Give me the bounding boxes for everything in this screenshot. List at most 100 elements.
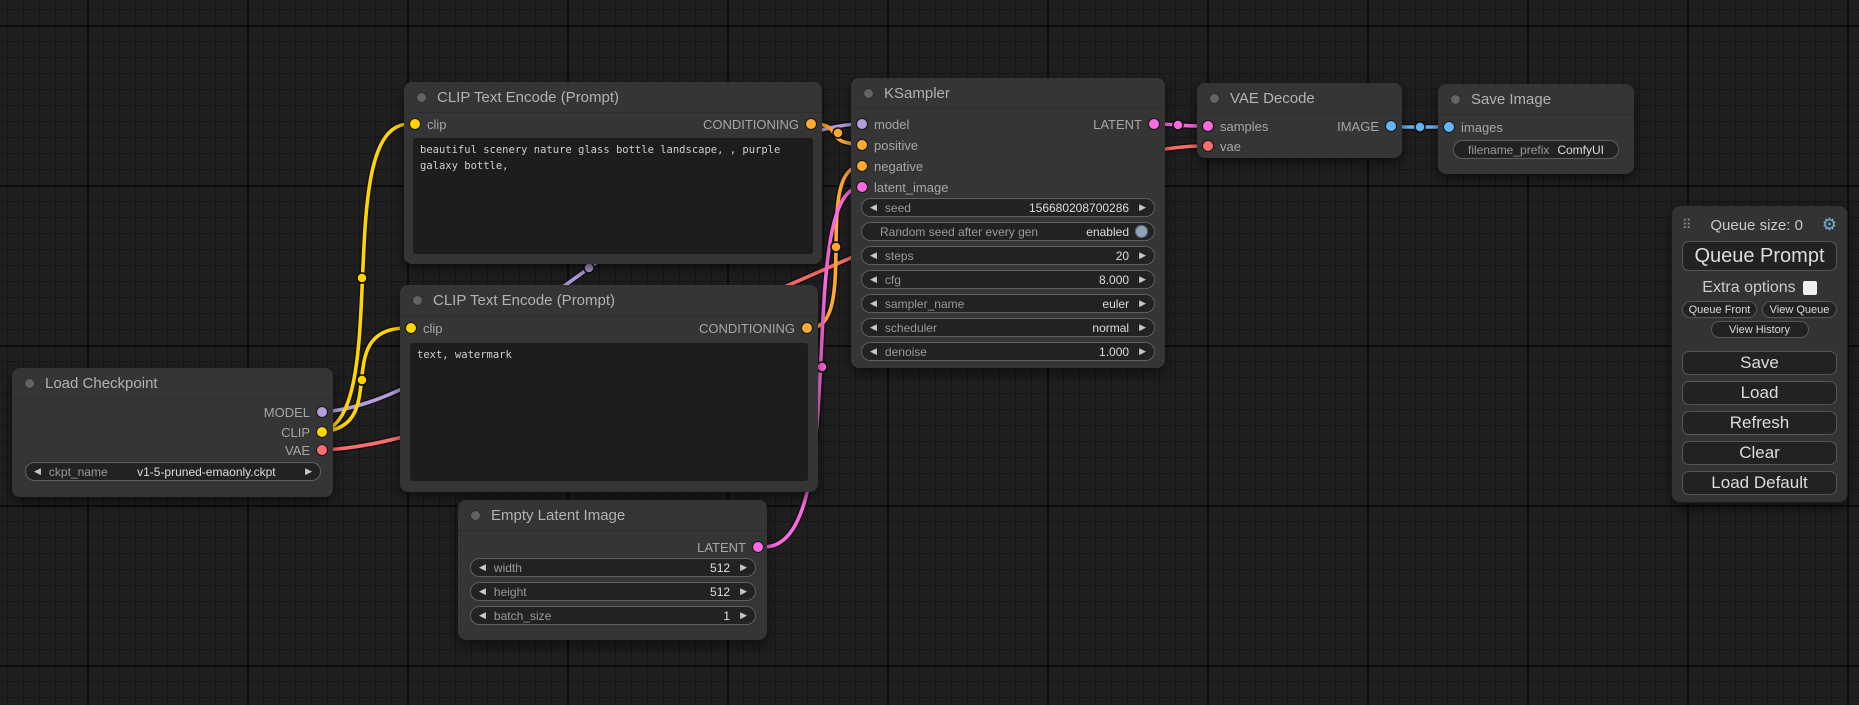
widget-left-arrow-icon[interactable]: ◀ (870, 323, 877, 332)
collapse-dot-icon[interactable] (412, 295, 423, 306)
input-slot-negative[interactable] (857, 161, 867, 171)
node-title-bar[interactable]: KSampler (851, 78, 1165, 109)
load-default-button[interactable]: Load Default (1682, 471, 1837, 495)
widget-filename-prefix[interactable]: filename_prefix ComfyUI (1453, 140, 1619, 159)
node-title-bar[interactable]: Save Image (1438, 84, 1634, 115)
widget-steps[interactable]: ◀ steps 20 ▶ (861, 246, 1155, 265)
node-title-bar[interactable]: Empty Latent Image (458, 500, 767, 531)
output-slot-clip[interactable] (317, 427, 327, 437)
input-slot-clip[interactable] (406, 323, 416, 333)
widget-right-arrow-icon[interactable]: ▶ (1139, 203, 1146, 212)
save-button[interactable]: Save (1682, 351, 1837, 375)
widget-width[interactable]: ◀ width 512 ▶ (470, 558, 756, 577)
input-label-samples: samples (1220, 119, 1268, 134)
queue-front-button[interactable]: Queue Front (1682, 301, 1757, 318)
drag-handle-icon[interactable]: ⠿ (1682, 217, 1692, 233)
output-slot-conditioning[interactable] (806, 119, 816, 129)
output-slot-image[interactable] (1386, 121, 1396, 131)
widget-denoise[interactable]: ◀ denoise 1.000 ▶ (861, 342, 1155, 361)
widget-random-seed-toggle[interactable]: Random seed after every gen enabled (861, 222, 1155, 241)
widget-left-arrow-icon[interactable]: ◀ (34, 467, 41, 476)
input-slot-positive[interactable] (857, 140, 867, 150)
node-title-bar[interactable]: VAE Decode (1197, 83, 1402, 114)
toggle-enabled-icon[interactable] (1135, 225, 1148, 238)
view-history-button[interactable]: View History (1711, 321, 1809, 338)
node-title: CLIP Text Encode (Prompt) (437, 89, 619, 106)
queue-size-label: Queue size: 0 (1710, 217, 1803, 234)
output-slot-latent[interactable] (753, 542, 763, 552)
widget-left-arrow-icon[interactable]: ◀ (870, 203, 877, 212)
wire-midpoint-dot (584, 263, 594, 273)
widget-right-arrow-icon[interactable]: ▶ (740, 563, 747, 572)
widget-left-arrow-icon[interactable]: ◀ (870, 275, 877, 284)
widget-ckpt-name[interactable]: ◀ ckpt_name v1-5-pruned-emaonly.ckpt ▶ (25, 462, 321, 481)
input-slot-model[interactable] (857, 119, 867, 129)
node-vae-decode[interactable]: VAE Decode samples IMAGE vae (1197, 83, 1402, 158)
prompt-text-area[interactable]: text, watermark (410, 343, 808, 481)
node-load-checkpoint[interactable]: Load Checkpoint MODEL CLIP VAE ◀ ckpt_na… (12, 368, 333, 497)
node-empty-latent-image[interactable]: Empty Latent Image LATENT ◀ width 512 ▶ … (458, 500, 767, 640)
wire-midpoint-dot (831, 242, 841, 252)
widget-right-arrow-icon[interactable]: ▶ (305, 467, 312, 476)
node-title-bar[interactable]: Load Checkpoint (12, 368, 333, 399)
widget-left-arrow-icon[interactable]: ◀ (870, 299, 877, 308)
input-slot-clip[interactable] (410, 119, 420, 129)
node-ksampler[interactable]: KSampler model LATENT positive negative … (851, 78, 1165, 368)
widget-right-arrow-icon[interactable]: ▶ (740, 611, 747, 620)
widget-label: ckpt_name (49, 465, 108, 479)
widget-sampler-name[interactable]: ◀ sampler_name euler ▶ (861, 294, 1155, 313)
widget-left-arrow-icon[interactable]: ◀ (479, 587, 486, 596)
collapse-dot-icon[interactable] (470, 510, 481, 521)
prompt-text-area[interactable]: beautiful scenery nature glass bottle la… (413, 138, 813, 254)
output-label-conditioning: CONDITIONING (703, 117, 799, 132)
extra-options-checkbox[interactable] (1803, 281, 1817, 295)
widget-value: normal (1092, 321, 1129, 335)
output-label-image: IMAGE (1337, 119, 1379, 134)
output-slot-conditioning[interactable] (802, 323, 812, 333)
node-graph-canvas[interactable]: Load Checkpoint MODEL CLIP VAE ◀ ckpt_na… (0, 0, 1859, 705)
collapse-dot-icon[interactable] (24, 378, 35, 389)
widget-right-arrow-icon[interactable]: ▶ (1139, 299, 1146, 308)
input-slot-images[interactable] (1444, 122, 1454, 132)
widget-right-arrow-icon[interactable]: ▶ (1139, 251, 1146, 260)
node-clip-text-encode-positive[interactable]: CLIP Text Encode (Prompt) clip CONDITION… (404, 82, 822, 264)
wire-midpoint-dot (357, 375, 367, 385)
widget-left-arrow-icon[interactable]: ◀ (479, 563, 486, 572)
widget-cfg[interactable]: ◀ cfg 8.000 ▶ (861, 270, 1155, 289)
widget-seed[interactable]: ◀ seed 156680208700286 ▶ (861, 198, 1155, 217)
output-slot-latent[interactable] (1149, 119, 1159, 129)
refresh-button[interactable]: Refresh (1682, 411, 1837, 435)
collapse-dot-icon[interactable] (863, 88, 874, 99)
widget-value: 8.000 (1099, 273, 1129, 287)
widget-right-arrow-icon[interactable]: ▶ (1139, 323, 1146, 332)
output-slot-model[interactable] (317, 407, 327, 417)
node-title-bar[interactable]: CLIP Text Encode (Prompt) (404, 82, 822, 113)
widget-batch-size[interactable]: ◀ batch_size 1 ▶ (470, 606, 756, 625)
collapse-dot-icon[interactable] (1450, 94, 1461, 105)
input-slot-samples[interactable] (1203, 121, 1213, 131)
gear-icon[interactable]: ⚙ (1822, 215, 1837, 235)
widget-height[interactable]: ◀ height 512 ▶ (470, 582, 756, 601)
node-title-bar[interactable]: CLIP Text Encode (Prompt) (400, 285, 818, 316)
collapse-dot-icon[interactable] (1209, 93, 1220, 104)
output-slot-vae[interactable] (317, 445, 327, 455)
node-clip-text-encode-negative[interactable]: CLIP Text Encode (Prompt) clip CONDITION… (400, 285, 818, 492)
output-label-vae: VAE (285, 443, 310, 458)
node-save-image[interactable]: Save Image images filename_prefix ComfyU… (1438, 84, 1634, 174)
widget-right-arrow-icon[interactable]: ▶ (740, 587, 747, 596)
widget-scheduler[interactable]: ◀ scheduler normal ▶ (861, 318, 1155, 337)
widget-left-arrow-icon[interactable]: ◀ (479, 611, 486, 620)
input-slot-latent-image[interactable] (857, 182, 867, 192)
widget-value: euler (1102, 297, 1129, 311)
input-slot-vae[interactable] (1203, 141, 1213, 151)
widget-right-arrow-icon[interactable]: ▶ (1139, 347, 1146, 356)
clear-button[interactable]: Clear (1682, 441, 1837, 465)
widget-label: sampler_name (885, 297, 1102, 311)
queue-prompt-button[interactable]: Queue Prompt (1682, 241, 1837, 271)
widget-left-arrow-icon[interactable]: ◀ (870, 251, 877, 260)
load-button[interactable]: Load (1682, 381, 1837, 405)
widget-left-arrow-icon[interactable]: ◀ (870, 347, 877, 356)
view-queue-button[interactable]: View Queue (1762, 301, 1837, 318)
collapse-dot-icon[interactable] (416, 92, 427, 103)
widget-right-arrow-icon[interactable]: ▶ (1139, 275, 1146, 284)
